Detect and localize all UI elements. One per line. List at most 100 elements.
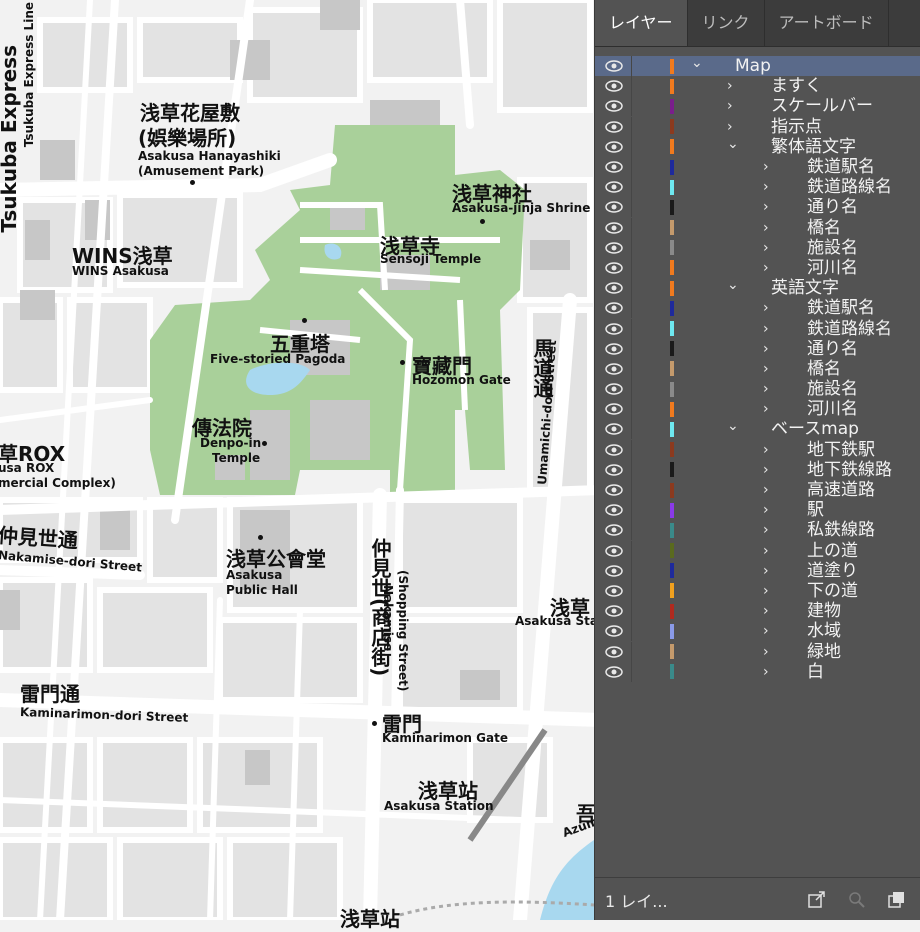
chevron-right-icon[interactable]: ›: [763, 541, 775, 561]
layer-row[interactable]: › 鉄道路線名: [595, 177, 920, 198]
layer-row[interactable]: › 施設名: [595, 237, 920, 258]
lock-toggle[interactable]: [631, 278, 632, 299]
layer-row[interactable]: › 地下鉄駅: [595, 439, 920, 460]
layer-row[interactable]: › 施設名: [595, 379, 920, 400]
layer-row[interactable]: › 通り名: [595, 338, 920, 359]
lock-toggle[interactable]: [631, 480, 632, 501]
layer-row[interactable]: ⌄ 繁体語文字: [595, 136, 920, 157]
chevron-right-icon[interactable]: ›: [763, 642, 775, 662]
eye-icon[interactable]: [603, 541, 625, 561]
layer-row[interactable]: › 鉄道駅名: [595, 298, 920, 319]
eye-icon[interactable]: [603, 117, 625, 137]
poi-public-hall[interactable]: [258, 535, 263, 540]
lock-toggle[interactable]: [631, 399, 632, 420]
layer-row[interactable]: › 地下鉄線路: [595, 459, 920, 480]
eye-icon[interactable]: [603, 379, 625, 399]
eye-icon[interactable]: [603, 298, 625, 318]
chevron-right-icon[interactable]: ›: [763, 440, 775, 460]
layer-row[interactable]: › 緑地: [595, 641, 920, 662]
eye-icon[interactable]: [603, 460, 625, 480]
lock-toggle[interactable]: [631, 520, 632, 541]
chevron-right-icon[interactable]: ›: [763, 621, 775, 641]
eye-icon[interactable]: [603, 500, 625, 520]
chevron-right-icon[interactable]: ›: [763, 601, 775, 621]
layer-row[interactable]: › 通り名: [595, 197, 920, 218]
lock-toggle[interactable]: [631, 237, 632, 258]
eye-icon[interactable]: [603, 137, 625, 157]
eye-icon[interactable]: [603, 177, 625, 197]
layer-row[interactable]: › 鉄道路線名: [595, 318, 920, 339]
layer-row[interactable]: ⌄ Map: [595, 56, 920, 77]
search-icon[interactable]: [847, 890, 867, 910]
eye-icon[interactable]: [603, 319, 625, 339]
eye-icon[interactable]: [603, 581, 625, 601]
lock-toggle[interactable]: [631, 500, 632, 521]
lock-toggle[interactable]: [631, 641, 632, 662]
eye-icon[interactable]: [603, 642, 625, 662]
eye-icon[interactable]: [603, 157, 625, 177]
layer-row[interactable]: › 建物: [595, 601, 920, 622]
layer-row[interactable]: › 高速道路: [595, 480, 920, 501]
layer-row[interactable]: › 駅: [595, 500, 920, 521]
layer-row[interactable]: › 水域: [595, 621, 920, 642]
layer-row[interactable]: › ますく: [595, 76, 920, 97]
lock-toggle[interactable]: [631, 661, 632, 682]
poi-hanayashiki[interactable]: [190, 180, 195, 185]
eye-icon[interactable]: [603, 621, 625, 641]
chevron-right-icon[interactable]: ›: [763, 197, 775, 217]
tab-layers[interactable]: レイヤー: [595, 0, 688, 46]
tab-links[interactable]: リンク: [688, 0, 765, 46]
chevron-right-icon[interactable]: ›: [763, 258, 775, 278]
poi-pagoda[interactable]: [302, 318, 307, 323]
chevron-right-icon[interactable]: ›: [763, 480, 775, 500]
eye-icon[interactable]: [603, 419, 625, 439]
chevron-right-icon[interactable]: ›: [763, 662, 775, 682]
lock-toggle[interactable]: [631, 580, 632, 601]
layer-row[interactable]: ⌄ ベースmap: [595, 419, 920, 440]
lock-toggle[interactable]: [631, 439, 632, 460]
chevron-right-icon[interactable]: ›: [763, 218, 775, 238]
chevron-down-icon[interactable]: ⌄: [727, 137, 739, 157]
layer-row[interactable]: › 道塗り: [595, 560, 920, 581]
chevron-down-icon[interactable]: ⌄: [727, 419, 739, 439]
chevron-right-icon[interactable]: ›: [727, 117, 739, 137]
layer-row[interactable]: › スケールバー: [595, 96, 920, 117]
poi-kaminarimon[interactable]: [372, 721, 377, 726]
collect-icon[interactable]: [887, 890, 907, 910]
eye-icon[interactable]: [603, 520, 625, 540]
eye-icon[interactable]: [603, 399, 625, 419]
lock-toggle[interactable]: [631, 540, 632, 561]
eye-icon[interactable]: [603, 96, 625, 116]
lock-toggle[interactable]: [631, 358, 632, 379]
lock-toggle[interactable]: [631, 298, 632, 319]
poi-denpoin[interactable]: [262, 441, 267, 446]
eye-icon[interactable]: [603, 662, 625, 682]
lock-toggle[interactable]: [631, 318, 632, 339]
chevron-right-icon[interactable]: ›: [763, 238, 775, 258]
eye-icon[interactable]: [603, 359, 625, 379]
export-icon[interactable]: [807, 890, 827, 910]
lock-toggle[interactable]: [631, 257, 632, 278]
tab-artboards[interactable]: アートボード: [765, 0, 889, 46]
eye-icon[interactable]: [603, 56, 625, 76]
eye-icon[interactable]: [603, 238, 625, 258]
layer-row[interactable]: › 河川名: [595, 257, 920, 278]
lock-toggle[interactable]: [631, 56, 632, 77]
lock-toggle[interactable]: [631, 621, 632, 642]
lock-toggle[interactable]: [631, 217, 632, 238]
eye-icon[interactable]: [603, 440, 625, 460]
chevron-down-icon[interactable]: ⌄: [727, 278, 739, 298]
lock-toggle[interactable]: [631, 379, 632, 400]
chevron-right-icon[interactable]: ›: [763, 177, 775, 197]
lock-toggle[interactable]: [631, 96, 632, 117]
layer-row[interactable]: › 鉄道駅名: [595, 157, 920, 178]
chevron-right-icon[interactable]: ›: [763, 379, 775, 399]
lock-toggle[interactable]: [631, 177, 632, 198]
lock-toggle[interactable]: [631, 116, 632, 137]
layer-row[interactable]: › 下の道: [595, 580, 920, 601]
lock-toggle[interactable]: [631, 459, 632, 480]
poi-hozomon[interactable]: [400, 360, 405, 365]
layer-row[interactable]: › 上の道: [595, 540, 920, 561]
chevron-right-icon[interactable]: ›: [763, 359, 775, 379]
chevron-right-icon[interactable]: ›: [763, 157, 775, 177]
